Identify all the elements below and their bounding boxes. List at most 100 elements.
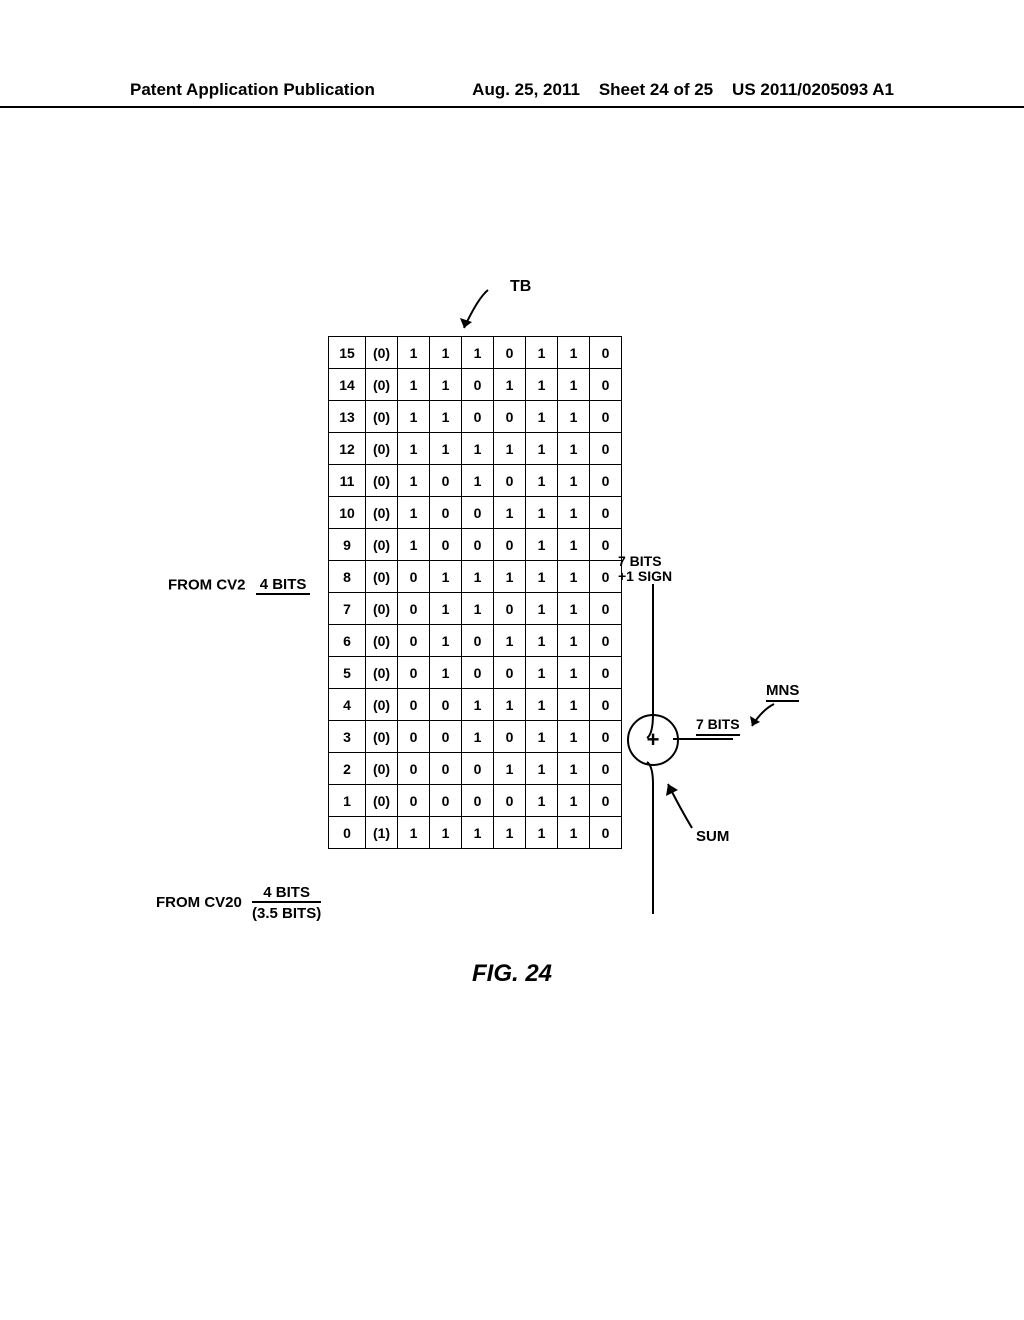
- cell-bit: 1: [526, 337, 558, 369]
- table-row: 6(0)0101110: [329, 625, 622, 657]
- cell-sign: (0): [366, 689, 398, 721]
- cell-index: 11: [329, 465, 366, 497]
- cell-bit: 0: [590, 401, 622, 433]
- table-row: 7(0)0110110: [329, 593, 622, 625]
- cell-index: 0: [329, 817, 366, 849]
- cell-bit: 1: [494, 753, 526, 785]
- cell-bit: 1: [558, 337, 590, 369]
- cell-bit: 1: [558, 369, 590, 401]
- cell-bit: 1: [558, 753, 590, 785]
- cell-bit: 1: [430, 657, 462, 689]
- table-row: 0(1)1111110: [329, 817, 622, 849]
- cell-bit: 1: [558, 689, 590, 721]
- cell-bit: 0: [430, 753, 462, 785]
- from-cv20-fraction: 4 BITS (3.5 BITS): [246, 884, 321, 922]
- cell-bit: 0: [494, 657, 526, 689]
- cell-bit: 0: [462, 625, 494, 657]
- cell-bit: 1: [526, 689, 558, 721]
- cell-bit: 0: [398, 593, 430, 625]
- cell-bit: 0: [494, 721, 526, 753]
- cell-bit: 1: [526, 401, 558, 433]
- cell-bit: 0: [398, 753, 430, 785]
- cell-bit: 1: [558, 465, 590, 497]
- table-row: 11(0)1010110: [329, 465, 622, 497]
- table-row: 1(0)0000110: [329, 785, 622, 817]
- cell-index: 4: [329, 689, 366, 721]
- cell-bit: 1: [526, 721, 558, 753]
- tb-label: TB: [466, 280, 487, 298]
- cell-bit: 1: [430, 369, 462, 401]
- cell-bit: 1: [526, 753, 558, 785]
- from-cv20-denominator: (3.5 BITS): [252, 903, 321, 922]
- table-row: 5(0)0100110: [329, 657, 622, 689]
- cell-bit: 1: [398, 817, 430, 849]
- cell-sign: (0): [366, 433, 398, 465]
- cell-bit: 0: [430, 689, 462, 721]
- cell-bit: 1: [494, 369, 526, 401]
- cell-sign: (1): [366, 817, 398, 849]
- cell-bit: 1: [462, 465, 494, 497]
- page-header: Patent Application Publication Aug. 25, …: [0, 80, 1024, 108]
- tb-table: 15(0)111011014(0)110111013(0)110011012(0…: [328, 336, 622, 849]
- cell-bit: 0: [494, 465, 526, 497]
- cell-bit: 1: [526, 369, 558, 401]
- from-cv2-label: FROM CV2 4 BITS: [168, 576, 310, 595]
- cell-bit: 1: [558, 657, 590, 689]
- from-cv20-text: FROM CV20: [156, 894, 242, 911]
- cell-bit: 0: [462, 369, 494, 401]
- cell-bit: 1: [462, 721, 494, 753]
- cell-bit: 1: [462, 689, 494, 721]
- cell-index: 10: [329, 497, 366, 529]
- cell-sign: (0): [366, 657, 398, 689]
- table-row: 13(0)1100110: [329, 401, 622, 433]
- cell-sign: (0): [366, 337, 398, 369]
- cell-bit: 1: [462, 337, 494, 369]
- cell-sign: (0): [366, 625, 398, 657]
- table-row: 4(0)0011110: [329, 689, 622, 721]
- cell-bit: 1: [430, 625, 462, 657]
- cell-bit: 1: [462, 593, 494, 625]
- cell-bit: 1: [494, 497, 526, 529]
- sum-arrow-icon: [662, 778, 712, 838]
- cell-bit: 1: [494, 561, 526, 593]
- cell-bit: 1: [558, 593, 590, 625]
- cell-bit: 1: [558, 721, 590, 753]
- cell-sign: (0): [366, 369, 398, 401]
- cell-bit: 0: [494, 401, 526, 433]
- cell-bit: 0: [430, 529, 462, 561]
- cell-bit: 1: [526, 465, 558, 497]
- from-cv20-label: FROM CV20 4 BITS (3.5 BITS): [156, 884, 321, 922]
- cell-bit: 1: [430, 401, 462, 433]
- cell-bit: 0: [462, 657, 494, 689]
- cell-bit: 1: [526, 561, 558, 593]
- tb-text: TB: [510, 278, 531, 295]
- cell-bit: 1: [430, 817, 462, 849]
- cell-bit: 0: [430, 465, 462, 497]
- cell-bit: 1: [526, 529, 558, 561]
- cell-bit: 0: [398, 657, 430, 689]
- figure-caption: FIG. 24: [0, 960, 1024, 988]
- cell-bit: 1: [558, 529, 590, 561]
- table-row: 3(0)0010110: [329, 721, 622, 753]
- cell-bit: 1: [494, 689, 526, 721]
- cell-bit: 0: [462, 529, 494, 561]
- cell-bit: 0: [494, 593, 526, 625]
- cell-bit: 1: [398, 369, 430, 401]
- cell-bit: 1: [526, 817, 558, 849]
- table-row: 14(0)1101110: [329, 369, 622, 401]
- cell-bit: 1: [558, 785, 590, 817]
- cell-bit: 0: [398, 625, 430, 657]
- cell-index: 6: [329, 625, 366, 657]
- from-cv2-fraction: 4 BITS: [250, 576, 311, 595]
- cell-bit: 1: [398, 433, 430, 465]
- cell-sign: (0): [366, 561, 398, 593]
- cell-bit: 1: [526, 497, 558, 529]
- cell-bit: 1: [526, 433, 558, 465]
- tb-table-wrap: 15(0)111011014(0)110111013(0)110011012(0…: [328, 336, 622, 849]
- cell-bit: 1: [398, 497, 430, 529]
- header-pubno: US 2011/0205093 A1: [732, 80, 894, 99]
- cell-bit: 0: [494, 529, 526, 561]
- cell-bit: 1: [558, 497, 590, 529]
- cell-bit: 1: [494, 817, 526, 849]
- cell-bit: 0: [494, 337, 526, 369]
